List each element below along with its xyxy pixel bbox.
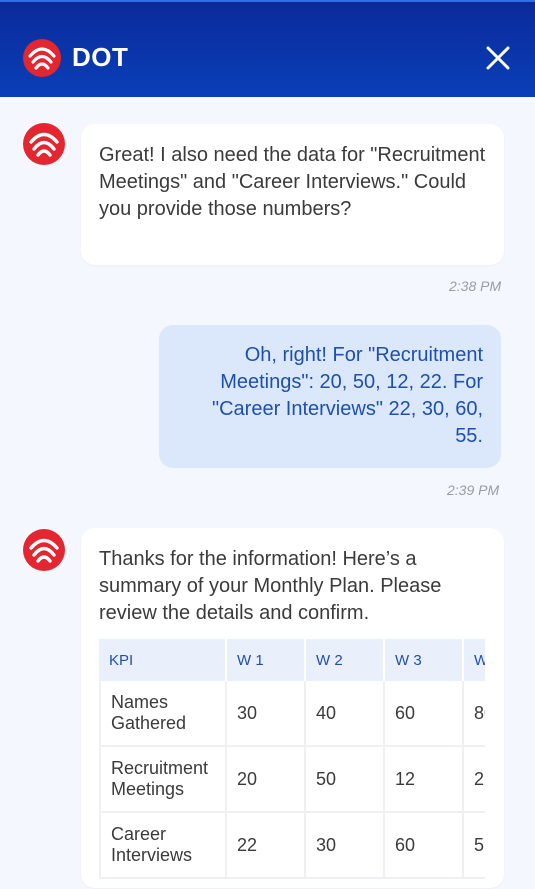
app-title: DOT	[72, 42, 129, 72]
value-cell: 50	[306, 747, 385, 813]
bot-avatar-icon	[23, 123, 65, 165]
column-header: W 3	[385, 639, 464, 681]
table-row: Names Gathered 30 40 60 80	[99, 681, 485, 747]
value-cell: 60	[385, 813, 464, 879]
value-cell: 80	[464, 681, 485, 747]
column-header: W 2	[306, 639, 385, 681]
message-timestamp: 2:39 PM	[447, 482, 500, 498]
kpi-name-cell: Career Interviews	[99, 813, 227, 879]
value-cell: 30	[227, 681, 306, 747]
table-row: Recruitment Meetings 20 50 12 22	[99, 747, 485, 813]
kpi-name-cell: Names Gathered	[99, 681, 227, 747]
bot-avatar-icon	[23, 529, 65, 571]
monthly-plan-table-scroll[interactable]: KPI W 1 W 2 W 3 W 4 Names Gathered 30 40…	[99, 639, 485, 889]
monthly-plan-table: KPI W 1 W 2 W 3 W 4 Names Gathered 30 40…	[99, 639, 485, 879]
dot-logo-icon	[23, 39, 61, 77]
chat-header: DOT	[0, 0, 535, 97]
value-cell: 22	[464, 747, 485, 813]
value-cell: 22	[227, 813, 306, 879]
bot-message-bubble: Thanks for the information! Here’s a sum…	[81, 528, 504, 888]
kpi-name-cell: Recruitment Meetings	[99, 747, 227, 813]
column-header: KPI	[99, 639, 227, 681]
value-cell: 20	[227, 747, 306, 813]
bot-message-bubble: Great! I also need the data for "Recruit…	[81, 124, 504, 265]
user-message-bubble: Oh, right! For "Recruitment Meetings": 2…	[159, 325, 501, 468]
value-cell: 60	[385, 681, 464, 747]
value-cell: 12	[385, 747, 464, 813]
column-header: W 1	[227, 639, 306, 681]
message-text: Thanks for the information! Here’s a sum…	[99, 548, 442, 624]
message-text: Oh, right! For "Recruitment Meetings": 2…	[212, 344, 483, 447]
value-cell: 55	[464, 813, 485, 879]
table-row: Career Interviews 22 30 60 55	[99, 813, 485, 879]
value-cell: 40	[306, 681, 385, 747]
message-text: Great! I also need the data for "Recruit…	[99, 144, 486, 220]
value-cell: 30	[306, 813, 385, 879]
close-icon[interactable]	[485, 45, 511, 71]
column-header: W 4	[464, 639, 485, 681]
table-header-row: KPI W 1 W 2 W 3 W 4	[99, 639, 485, 681]
message-timestamp: 2:38 PM	[449, 278, 502, 294]
